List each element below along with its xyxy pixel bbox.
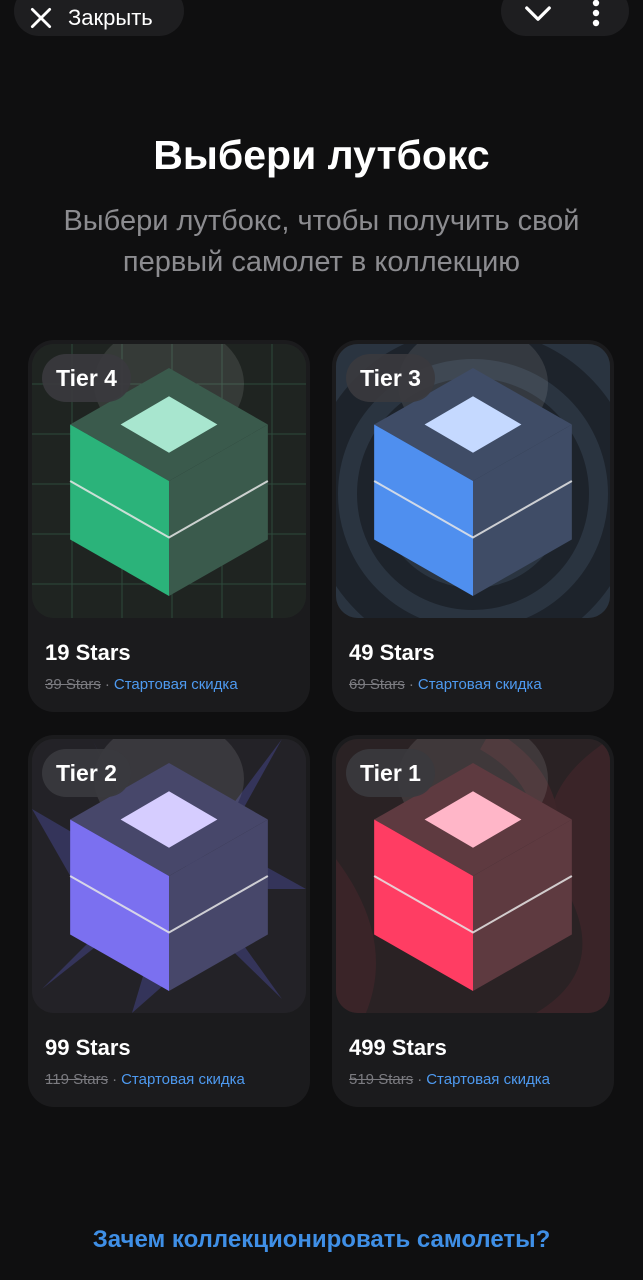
lootbox-cube — [69, 763, 269, 991]
discount-label: Стартовая скидка — [113, 676, 238, 693]
discount-label: Стартовая скидка — [121, 1071, 245, 1088]
price: 99 Stars — [45, 1035, 131, 1060]
lootbox-screen: Закрыть Выбери лутбокс Выбери лутбокс, ч… — [0, 0, 643, 1280]
price: 499 Stars — [349, 1035, 447, 1060]
old-price: 519 Stars — [349, 1071, 414, 1088]
old-price: 39 Stars — [45, 676, 101, 693]
discount-label: Стартовая скидка — [426, 1071, 551, 1088]
lootbox-image: Tier 1 — [336, 739, 610, 1013]
tier-badge: Tier 1 — [346, 749, 435, 797]
lootbox-image: Tier 3 — [336, 344, 610, 618]
tier-badge: Tier 3 — [346, 354, 435, 402]
lootbox-card-tier-4[interactable]: Tier 4 19 Stars 39 Stars · Стартовая скидк… — [28, 340, 310, 712]
price: 49 Stars — [349, 640, 435, 665]
price-details: 39 Stars · Стартовая скидка — [45, 676, 238, 693]
separator: · — [104, 676, 110, 693]
old-price: 69 Stars — [349, 676, 405, 693]
separator: · — [408, 676, 414, 693]
why-collect-link[interactable]: Зачем коллекционировать самолеты? — [0, 1226, 643, 1254]
lootbox-card-tier-2[interactable]: Tier 2 99 Stars 119 Stars · Стартовая скид… — [28, 735, 310, 1107]
chevron-down-icon[interactable] — [523, 0, 553, 28]
lootbox-cube — [373, 763, 573, 991]
page-subtitle: Выбери лутбокс, чтобы получить свой перв… — [63, 205, 580, 278]
price-details: 519 Stars · Стартовая скидка — [349, 1071, 550, 1088]
lootbox-card-tier-3[interactable]: Tier 3 49 Stars 69 Stars · Стартовая скидк… — [332, 340, 614, 712]
lootbox-card-tier-1[interactable]: Tier 1 499 Stars 519 Stars · Стартовая ски… — [332, 735, 614, 1107]
more-vertical-icon[interactable] — [589, 0, 603, 30]
close-label: Закрыть — [68, 5, 153, 30]
tier-badge: Tier 2 — [42, 749, 131, 797]
separator: · — [417, 1071, 423, 1088]
header-actions — [501, 0, 629, 36]
old-price: 119 Stars — [45, 1071, 109, 1088]
discount-label: Стартовая скидка — [417, 676, 542, 693]
close-button[interactable]: Закрыть — [14, 0, 184, 36]
price-details: 69 Stars · Стартовая скидка — [349, 676, 542, 693]
lootbox-cube — [373, 368, 573, 596]
close-icon — [30, 7, 52, 29]
lootbox-image: Tier 2 — [32, 739, 306, 1013]
separator: · — [112, 1071, 118, 1088]
price: 19 Stars — [45, 640, 131, 665]
page-title: Выбери лутбокс — [153, 132, 490, 178]
price-details: 119 Stars · Стартовая скидка — [45, 1071, 245, 1088]
lootbox-cube — [69, 368, 269, 596]
tier-badge: Tier 4 — [42, 354, 131, 402]
lootbox-image: Tier 4 — [32, 344, 306, 618]
